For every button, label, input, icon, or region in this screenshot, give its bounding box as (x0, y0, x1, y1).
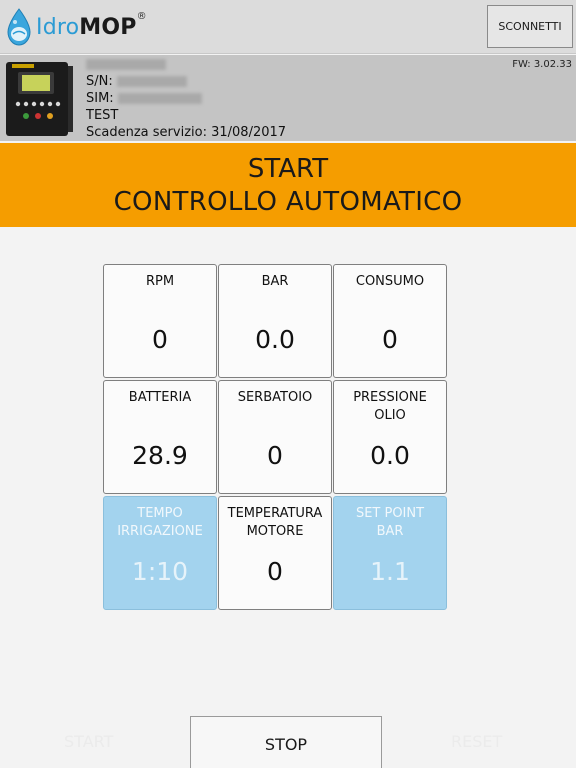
sim-label: SIM: (86, 91, 114, 106)
tile-label: BATTERIA (128, 390, 192, 405)
tile-consumption: CONSUMO 0 (333, 264, 447, 378)
tile-oil-pressure: PRESSIONE OLIO 0.0 (333, 380, 447, 494)
device-details: S/N: SIM: TEST Scadenza servizio: 31/08/… (86, 56, 286, 141)
tile-label: TEMPO IRRIGAZIONE (117, 506, 203, 539)
idromop-logo: IdroMOP® (4, 6, 147, 48)
tile-bar: BAR 0.0 (218, 264, 332, 378)
logo-text-idro: Idro (36, 14, 80, 40)
tile-label: SET POINT BAR (355, 506, 425, 539)
disconnect-button[interactable]: SCONNETTI (487, 5, 573, 48)
tile-label: TEMPERATURA MOTORE (227, 506, 323, 539)
tile-value: 28.9 (132, 441, 188, 470)
tile-label: PRESSIONE OLIO (353, 390, 427, 423)
sim-number-redacted (117, 93, 202, 104)
serial-number-label: S/N: (86, 74, 113, 89)
tile-value: 0 (382, 325, 398, 354)
water-drop-icon (7, 8, 31, 46)
tile-label: BAR (261, 274, 289, 289)
controller-device-image (6, 62, 73, 136)
tile-tank: SERBATOIO 0 (218, 380, 332, 494)
status-line-1: START (247, 154, 329, 184)
logo-text-mop: MOP (79, 14, 137, 40)
tile-battery: BATTERIA 28.9 (103, 380, 217, 494)
tile-value: 0.0 (370, 441, 410, 470)
tile-value: 0 (267, 441, 283, 470)
serial-number-redacted (116, 76, 187, 87)
service-expiry: Scadenza servizio: 31/08/2017 (86, 125, 287, 140)
stop-button[interactable]: STOP (190, 716, 382, 768)
tile-label: RPM (145, 274, 175, 289)
tile-value: 1:10 (131, 557, 189, 586)
tile-value: 1.1 (370, 557, 410, 586)
tile-setpoint-bar[interactable]: SET POINT BAR 1.1 (333, 496, 447, 610)
top-bar: IdroMOP® SCONNETTI (0, 0, 576, 54)
registered-mark: ® (136, 11, 147, 23)
device-name-redacted (86, 56, 286, 73)
serial-number-row: S/N: (86, 73, 286, 90)
sim-row: SIM: (86, 90, 286, 107)
tile-value: 0 (267, 557, 283, 586)
status-banner: START CONTROLLO AUTOMATICO (0, 143, 576, 227)
tile-rpm: RPM 0 (103, 264, 217, 378)
device-group: TEST (86, 108, 119, 123)
status-line-2: CONTROLLO AUTOMATICO (113, 187, 463, 217)
tile-label: CONSUMO (355, 274, 425, 289)
start-button[interactable]: START (64, 732, 113, 751)
tile-value: 0 (152, 325, 168, 354)
device-info-panel: S/N: SIM: TEST Scadenza servizio: 31/08/… (0, 55, 576, 141)
tile-engine-temperature: TEMPERATURA MOTORE 0 (218, 496, 332, 610)
tile-value: 0.0 (255, 325, 295, 354)
firmware-version: FW: 3.02.33 (512, 59, 572, 70)
reset-button[interactable]: RESET (451, 732, 502, 751)
tile-irrigation-time[interactable]: TEMPO IRRIGAZIONE 1:10 (103, 496, 217, 610)
tile-label: SERBATOIO (237, 390, 313, 405)
